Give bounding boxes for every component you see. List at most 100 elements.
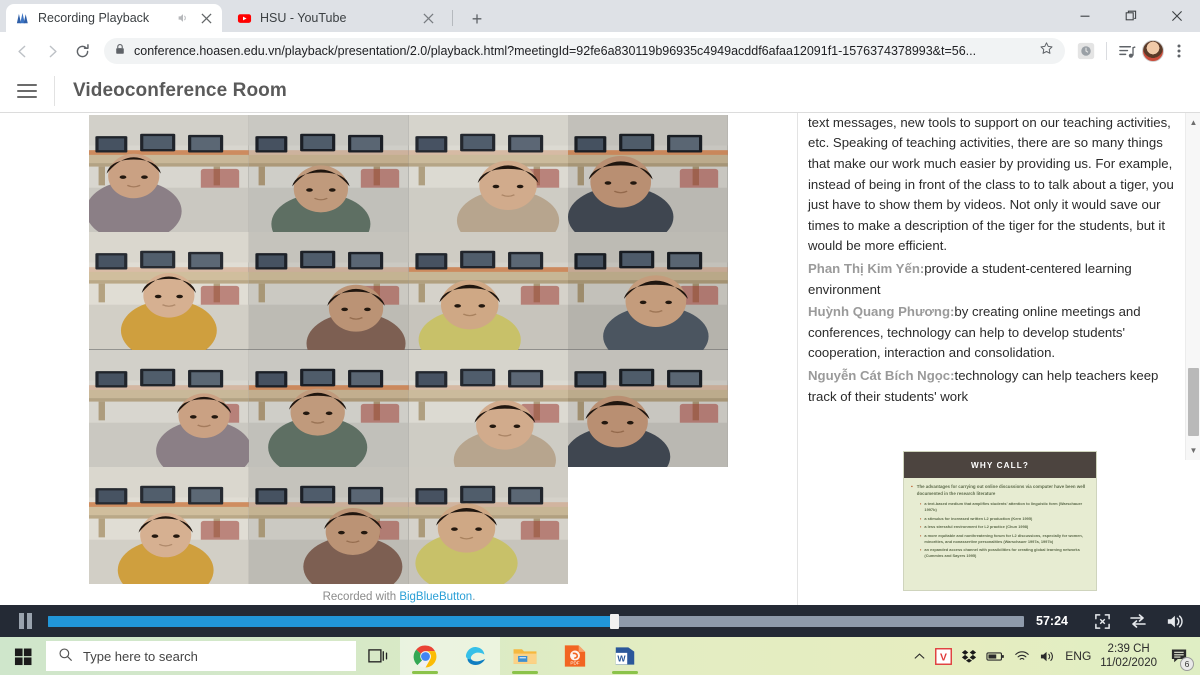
webcam-grid [89,115,728,584]
volume-icon[interactable] [1162,611,1186,631]
chat-panel[interactable]: daily. As you can see, each of us owns a… [798,113,1200,460]
tab-audio-icon[interactable] [176,11,190,25]
task-view-icon[interactable] [356,637,400,675]
chrome-taskbar-icon[interactable] [400,637,450,675]
taskbar-clock[interactable]: 2:39 CH 11/02/2020 [1100,642,1157,670]
window-minimize-button[interactable] [1062,0,1108,32]
svg-text:PDF: PDF [570,661,579,666]
slide-sub-bullet-text: an expanded access channel with possibil… [924,547,1088,559]
window-controls [1062,0,1200,32]
recorded-with-prefix: Recorded with [323,591,400,603]
webcam-tile[interactable] [89,467,249,584]
webcam-tile[interactable] [409,232,569,349]
youtube-icon [236,10,252,26]
reload-button[interactable] [68,37,96,65]
media-playlist-icon[interactable] [1114,38,1140,64]
edge-taskbar-icon[interactable] [450,637,500,675]
webcam-tile[interactable] [89,350,249,467]
tab-title: Recording Playback [38,11,168,25]
volume-tray-icon[interactable] [1039,649,1056,664]
forward-button[interactable] [38,37,66,65]
playback-progress-handle[interactable] [610,614,619,629]
input-language-label[interactable]: ENG [1065,649,1091,663]
unikey-tray-icon[interactable]: V [935,648,952,665]
playback-progress-fill [48,616,614,627]
dropbox-icon[interactable] [961,648,977,664]
webcam-tile[interactable] [568,350,728,467]
browser-tab-recording-playback[interactable]: Recording Playback [6,4,222,32]
foxit-pdf-taskbar-icon[interactable]: PDF [550,637,600,675]
windows-start-icon[interactable] [0,637,46,675]
window-maximize-button[interactable] [1108,0,1154,32]
chat-message: Phan Thị Kim Yến:provide a student-cente… [808,259,1186,300]
bigbluebutton-link[interactable]: BigBlueButton [399,591,472,603]
file-explorer-taskbar-icon[interactable] [500,637,550,675]
webcam-tile[interactable] [409,467,569,584]
slide-sub-bullet: ▪a text-based medium that amplifies stud… [920,501,1088,513]
webcam-tile[interactable] [568,115,728,232]
wifi-icon[interactable] [1014,649,1030,663]
hamburger-menu-icon[interactable] [0,70,54,112]
extension-icon[interactable] [1073,38,1099,64]
slide-main-bullet-text: The advantages for carrying out online d… [917,484,1088,497]
app-header: Videoconference Room [0,70,1200,113]
notifications-icon[interactable]: 6 [1166,643,1192,669]
playback-progress-track[interactable] [48,616,1024,627]
lock-icon [114,42,126,60]
presentation-slide[interactable]: WHY CALL? ▪ The advantages for carrying … [904,452,1096,590]
new-tab-button[interactable]: + [464,6,490,32]
battery-icon[interactable] [986,650,1005,663]
main-content: Recorded with BigBlueButton. daily. As y… [0,113,1200,637]
chat-message-text: daily. As you can see, each of us owns a… [808,113,1185,253]
window-close-button[interactable] [1154,0,1200,32]
recorded-with-suffix: . [472,591,475,603]
address-bar-url: conference.hoasen.edu.vn/playback/presen… [134,44,1031,58]
bullet-dash-icon: ▪ [920,516,921,522]
search-input[interactable]: Type here to search [46,641,356,671]
profile-avatar[interactable] [1142,40,1164,62]
webcam-tile[interactable] [409,115,569,232]
three-dot-menu-icon[interactable] [1166,38,1192,64]
slide-sub-bullet: ▪a less stressful environment for L2 pra… [920,524,1088,530]
svg-text:W: W [617,654,626,664]
chat-scrollbar[interactable]: ▲ ▼ [1185,113,1200,460]
bullet-dash-icon: ▪ [920,501,921,513]
browser-window: Recording Playback [0,0,1200,637]
webcam-tile[interactable] [249,467,409,584]
tab-close-icon[interactable] [420,10,436,26]
bookmark-star-icon[interactable] [1039,41,1055,61]
clock-time: 2:39 CH [1100,642,1157,656]
tab-title: HSU - YouTube [260,11,412,25]
playback-speed-icon[interactable] [1126,611,1150,631]
webcam-tile[interactable] [249,232,409,349]
sidebar-pane: daily. As you can see, each of us owns a… [798,113,1200,637]
tab-separator [452,10,453,26]
chat-message-author: Phan Thị Kim Yến: [808,261,924,276]
webcam-tile[interactable] [568,232,728,349]
webcam-tile-empty[interactable] [568,467,728,584]
tray-chevron-icon[interactable] [913,650,926,663]
bullet-dash-icon: ▪ [920,524,921,530]
browser-tab-hsu-youtube[interactable]: HSU - YouTube [228,4,444,32]
tab-close-icon[interactable] [198,10,214,26]
webcam-tile[interactable] [249,350,409,467]
back-button[interactable] [8,37,36,65]
pause-icon[interactable] [14,611,36,631]
fullscreen-icon[interactable] [1090,611,1114,631]
browser-toolbar: conference.hoasen.edu.vn/playback/presen… [0,32,1200,70]
webcam-tile[interactable] [89,232,249,349]
webcam-pane: Recorded with BigBlueButton. [0,113,798,637]
scroll-down-arrow-icon[interactable]: ▼ [1186,443,1200,458]
scrollbar-thumb[interactable] [1188,368,1199,436]
address-bar[interactable]: conference.hoasen.edu.vn/playback/presen… [104,38,1065,64]
bullet-dash-icon: ▪ [920,547,921,559]
windows-taskbar: Type here to search [0,637,1200,675]
scroll-up-arrow-icon[interactable]: ▲ [1186,115,1200,130]
clock-date: 11/02/2020 [1100,656,1157,670]
webcam-tile[interactable] [89,115,249,232]
playback-controls-bar: 57:24 [0,605,1200,637]
word-taskbar-icon[interactable]: W [600,637,650,675]
chat-message: daily. As you can see, each of us owns a… [808,113,1186,257]
webcam-tile[interactable] [409,350,569,467]
webcam-tile[interactable] [249,115,409,232]
